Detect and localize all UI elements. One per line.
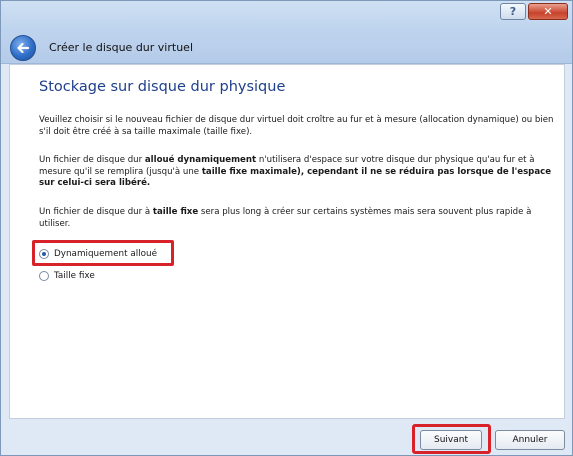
page-heading: Stockage sur disque dur physique (39, 79, 286, 95)
title-bar: ? ✕ Créer le disque dur virtuel (1, 1, 572, 64)
wizard-title: Créer le disque dur virtuel (49, 41, 193, 54)
radio-fixed-label[interactable]: Taille fixe (54, 271, 95, 281)
fixed-desc-bold: taille fixe (152, 207, 199, 217)
back-button[interactable] (10, 35, 36, 61)
help-button[interactable]: ? (500, 3, 526, 20)
radio-selected-dot (42, 252, 46, 256)
window-controls: ? ✕ (500, 3, 568, 20)
back-arrow-icon (17, 42, 30, 54)
content-panel: Stockage sur disque dur physique Veuille… (9, 64, 565, 419)
radio-fixed-button[interactable] (39, 271, 49, 281)
dynamic-desc-bold-1: alloué dynamiquement (144, 155, 257, 165)
dynamic-desc-text-1: Un fichier de disque dur (39, 155, 145, 165)
close-button[interactable]: ✕ (528, 3, 568, 20)
cancel-button[interactable]: Annuler (495, 430, 565, 450)
fixed-desc-text-1: Un fichier de disque dur à (39, 207, 153, 217)
dynamic-description: Un fichier de disque dur alloué dynamiqu… (39, 155, 559, 190)
radio-dynamic-button[interactable] (39, 249, 49, 259)
wizard-window: ? ✕ Créer le disque dur virtuel Stockage… (0, 0, 573, 456)
radio-dynamic[interactable]: Dynamiquement alloué (39, 249, 157, 259)
radio-dynamic-label[interactable]: Dynamiquement alloué (54, 249, 157, 259)
next-button[interactable]: Suivant (420, 430, 482, 450)
radio-fixed[interactable]: Taille fixe (39, 271, 95, 281)
fixed-description: Un fichier de disque dur à taille fixe s… (39, 207, 559, 230)
intro-paragraph: Veuillez choisir si le nouveau fichier d… (39, 115, 554, 137)
